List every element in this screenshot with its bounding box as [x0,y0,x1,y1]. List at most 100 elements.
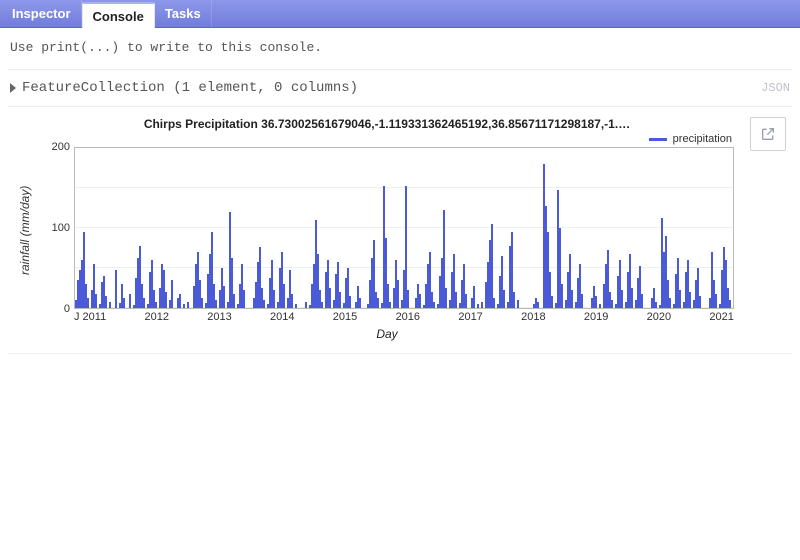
chart-bar [329,288,331,308]
chart-bar [561,284,563,308]
chart-bar [517,300,519,308]
chart-entry: rainfall (mm/day) Chirps Precipitation 3… [8,106,792,354]
y-tick: 0 [64,303,70,315]
x-tick: 2015 [333,311,357,323]
chart-bar [233,294,235,308]
x-tick: 2019 [584,311,608,323]
chart-y-ticks: 0 100 200 [38,147,72,309]
chart-bar [105,296,107,308]
chart-bar [407,290,409,308]
x-tick: 2017 [458,311,482,323]
chart-bar [273,290,275,308]
y-tick: 200 [52,141,70,153]
x-tick: 2016 [396,311,420,323]
chart-bar [129,294,131,308]
tab-console[interactable]: Console [82,2,155,28]
chart-bar [551,296,553,308]
chart-bar [477,304,479,308]
chart-bar [419,294,421,308]
chart-bar [95,294,97,308]
chart-bar [571,290,573,308]
chart-bar [263,300,265,308]
chart-bar [201,298,203,308]
chart-bar [655,302,657,308]
legend-swatch [649,138,667,141]
chart-bar [187,302,189,308]
chart-legend: precipitation [36,133,738,147]
chart-bar [729,300,731,308]
chart-bar [321,302,323,308]
chart-bar [455,292,457,308]
x-tick: 2013 [207,311,231,323]
external-link-icon [760,126,776,142]
console-hint: Use print(...) to write to this console. [8,34,792,69]
chart-bar [377,298,379,308]
chart-bar [611,300,613,308]
chart-bar [389,302,391,308]
chart-bar [465,294,467,308]
x-tick: J 2011 [74,311,106,323]
chart-bar [291,294,293,308]
chart-bar [493,298,495,308]
chart-bar [179,294,181,308]
chart-bar [733,304,734,308]
console-panel: Use print(...) to write to this console.… [0,28,800,354]
chart-bar [243,290,245,308]
tab-tasks[interactable]: Tasks [155,0,212,27]
chart-x-axis-label: Day [36,323,738,343]
chart-bar [715,294,717,308]
chart-bar [473,286,475,308]
x-tick: 2012 [145,311,169,323]
chart-bar [621,290,623,308]
x-tick: 2021 [709,311,733,323]
chart-bar [679,290,681,308]
chart-bar [143,298,145,308]
chart-plot-area[interactable] [74,147,734,309]
tab-inspector[interactable]: Inspector [2,0,82,27]
console-entry: FeatureCollection (1 element, 0 columns)… [8,69,792,106]
chart-title: Chirps Precipitation 36.73002561679046,-… [36,117,738,133]
chart-bar [349,296,351,308]
chart-bar [631,288,633,308]
chart-bar [223,286,225,308]
json-button[interactable]: JSON [761,81,790,95]
chart-bar [283,284,285,308]
expand-triangle-icon[interactable] [10,83,16,93]
chart-y-axis-label: rainfall (mm/day) [14,117,36,343]
chart-bar [641,294,643,308]
chart-bar [599,304,601,308]
chart-x-ticks: J 2011 2012 2013 2014 2015 2016 2017 2018 2019 20… [74,309,734,323]
chart-bar [165,292,167,308]
chart-bar [109,302,111,308]
chart-bar [359,298,361,308]
chart-bar [699,296,701,308]
chart-bar [595,296,597,308]
chart-bar [215,300,217,308]
chart-bar [445,288,447,308]
chart-bar [305,302,307,308]
chart-bar [537,302,539,308]
chart-bar [155,302,157,308]
chart-bar [491,224,493,308]
chart-bar [171,280,173,308]
open-in-new-window-button[interactable] [750,117,786,151]
x-tick: 2018 [521,311,545,323]
tab-bar: Inspector Console Tasks [0,0,800,28]
chart-bar [397,280,399,308]
chart-bar [513,292,515,308]
chart-bar [115,270,117,308]
x-tick: 2014 [270,311,294,323]
x-tick: 2020 [647,311,671,323]
chart-bar [87,298,89,308]
y-tick: 100 [52,222,70,234]
chart-bar [689,292,691,308]
chart-bar [339,292,341,308]
chart-bar [123,298,125,308]
chart-bar [581,294,583,308]
entry-label[interactable]: FeatureCollection (1 element, 0 columns) [22,80,358,96]
legend-label: precipitation [673,133,732,145]
chart-bar [669,298,671,308]
chart-bar [481,302,483,308]
chart-bar [295,304,297,308]
chart-bar [503,290,505,308]
